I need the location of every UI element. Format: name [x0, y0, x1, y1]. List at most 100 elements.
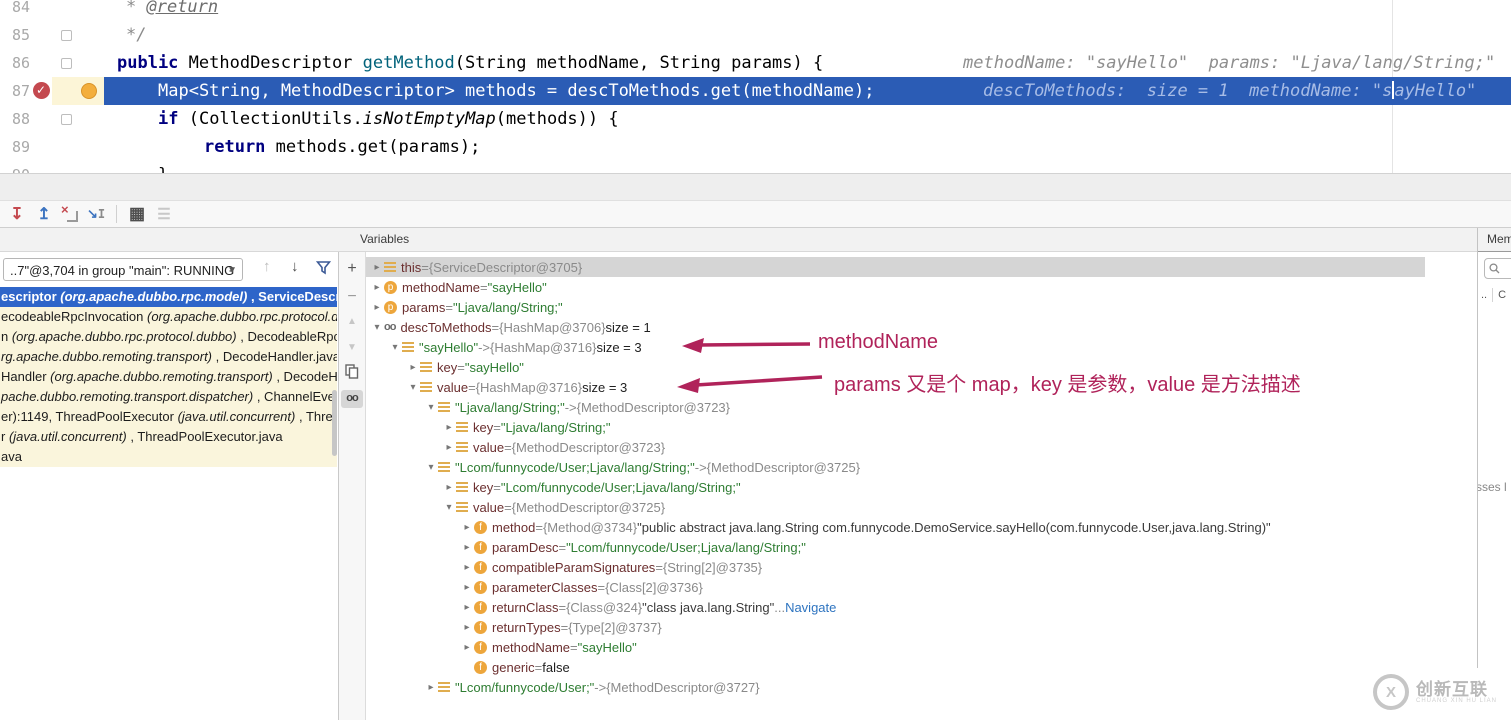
variable-row[interactable]: ▸this = {ServiceDescriptor@3705}: [366, 257, 1425, 277]
expand-chevron-icon[interactable]: ▸: [460, 642, 474, 653]
variable-row[interactable]: ▸"Lcom/funnycode/User;" -> {MethodDescri…: [366, 677, 1425, 697]
variable-row[interactable]: ▸fmethodName = "sayHello": [366, 637, 1425, 657]
expand-chevron-icon[interactable]: ▸: [424, 682, 438, 693]
variable-row[interactable]: ▾oodescToMethods = {HashMap@3706} size =…: [366, 317, 1425, 337]
expand-chevron-icon[interactable]: ▸: [460, 582, 474, 593]
variable-row[interactable]: ▾value = {MethodDescriptor@3725}: [366, 497, 1425, 517]
value-icon: [420, 382, 432, 392]
field-icon: f: [474, 621, 487, 634]
variable-row[interactable]: ▸key = "Ljava/lang/String;": [366, 417, 1425, 437]
expand-chevron-icon[interactable]: ▸: [460, 602, 474, 613]
variable-row[interactable]: ▸fmethod = {Method@3734} "public abstrac…: [366, 517, 1425, 537]
variable-row[interactable]: fgeneric = false: [366, 657, 1425, 677]
memory-panel-title: Memory: [1478, 228, 1511, 252]
expand-chevron-icon[interactable]: ▾: [424, 462, 438, 473]
show-watches-toggle-icon[interactable]: oo: [341, 390, 363, 408]
expand-chevron-icon[interactable]: ▾: [442, 502, 456, 513]
move-watch-down-icon[interactable]: ▼: [339, 342, 365, 353]
code-line[interactable]: 89return methods.get(params);: [0, 133, 1511, 161]
add-watch-icon[interactable]: +: [339, 260, 365, 278]
frames-scrollbar[interactable]: [332, 390, 337, 456]
variable-row[interactable]: ▸freturnTypes = {Type[2]@3737}: [366, 617, 1425, 637]
drop-frame-frame: [67, 211, 78, 222]
variable-row[interactable]: ▾"Ljava/lang/String;" -> {MethodDescript…: [366, 397, 1425, 417]
frame-row[interactable]: pache.dubbo.remoting.transport.dispatche…: [0, 387, 337, 407]
memory-search-input[interactable]: [1484, 258, 1511, 279]
variable-row[interactable]: ▾"Lcom/funnycode/User;Ljava/lang/String;…: [366, 457, 1425, 477]
variable-row[interactable]: ▸pparams = "Ljava/lang/String;": [366, 297, 1425, 317]
frame-row[interactable]: ecodeableRpcInvocation (org.apache.dubbo…: [0, 307, 337, 327]
breakpoint-icon[interactable]: [33, 82, 50, 99]
code-line[interactable]: 88if (CollectionUtils.isNotEmptyMap(meth…: [0, 105, 1511, 133]
evaluate-expression-icon[interactable]: ▦: [128, 205, 146, 223]
settings-icon[interactable]: ☰: [155, 205, 173, 223]
expand-chevron-icon[interactable]: ▸: [442, 442, 456, 453]
memory-message-fragment: sses l: [1477, 480, 1507, 494]
frame-row[interactable]: ava: [0, 447, 337, 467]
editor-debugger-splitter[interactable]: [0, 173, 1511, 200]
expand-chevron-icon[interactable]: ▾: [424, 402, 438, 413]
watermark-logo-icon: X: [1373, 674, 1409, 710]
code-text: public MethodDescriptor getMethod(String…: [117, 49, 823, 77]
code-editor[interactable]: 84* @return85*/86public MethodDescriptor…: [0, 0, 1511, 173]
expand-chevron-icon[interactable]: ▸: [460, 622, 474, 633]
code-line[interactable]: 87Map<String, MethodDescriptor> methods …: [0, 77, 1511, 105]
navigate-link[interactable]: Navigate: [785, 600, 836, 615]
next-frame-icon[interactable]: ↓: [291, 258, 299, 275]
remove-watch-icon[interactable]: −: [339, 288, 365, 306]
expand-chevron-icon[interactable]: ▸: [370, 282, 384, 293]
intention-bulb-icon[interactable]: [81, 83, 97, 99]
inline-debug-hint: descToMethods: size = 1 methodName: "say…: [983, 77, 1476, 105]
value-icon: [456, 502, 468, 512]
variable-row[interactable]: ▸value = {MethodDescriptor@3723}: [366, 437, 1425, 457]
expand-chevron-icon[interactable]: ▾: [406, 382, 420, 393]
frame-row[interactable]: rg.apache.dubbo.remoting.transport) , De…: [0, 347, 337, 367]
fold-marker-icon[interactable]: [61, 114, 72, 125]
expand-chevron-icon[interactable]: ▸: [406, 362, 420, 373]
expand-chevron-icon[interactable]: ▾: [388, 342, 402, 353]
expand-chevron-icon[interactable]: ▸: [442, 482, 456, 493]
variable-row[interactable]: ▸fparameterClasses = {Class[2]@3736}: [366, 577, 1425, 597]
run-to-cursor-icon[interactable]: ↘I: [87, 205, 105, 223]
memory-column-class: C: [1498, 289, 1506, 301]
step-out-icon[interactable]: ↥: [35, 205, 53, 223]
value-icon: [438, 462, 450, 472]
value-icon: [456, 442, 468, 452]
variable-row[interactable]: ▾"sayHello" -> {HashMap@3716} size = 3: [366, 337, 1425, 357]
watches-toolbar: + − ▲ ▼ oo: [339, 252, 366, 720]
code-line[interactable]: 90}: [0, 161, 1511, 173]
variable-row[interactable]: ▸pmethodName = "sayHello": [366, 277, 1425, 297]
frame-row[interactable]: n (org.apache.dubbo.rpc.protocol.dubbo) …: [0, 327, 337, 347]
filter-funnel-icon[interactable]: [316, 260, 331, 275]
variable-row[interactable]: ▸key = "Lcom/funnycode/User;Ljava/lang/S…: [366, 477, 1425, 497]
force-step-into-icon[interactable]: ↧: [8, 205, 26, 223]
previous-frame-icon[interactable]: ↑: [263, 258, 271, 275]
variable-row[interactable]: ▸freturnClass = {Class@324} "class java.…: [366, 597, 1425, 617]
frame-row[interactable]: er):1149, ThreadPoolExecutor (java.util.…: [0, 407, 337, 427]
variable-row[interactable]: ▸fcompatibleParamSignatures = {String[2]…: [366, 557, 1425, 577]
expand-chevron-icon[interactable]: ▸: [370, 302, 384, 313]
variable-row[interactable]: ▸key = "sayHello": [366, 357, 1425, 377]
expand-chevron-icon[interactable]: ▾: [370, 322, 384, 333]
variable-row[interactable]: ▾value = {HashMap@3716} size = 3: [366, 377, 1425, 397]
expand-chevron-icon[interactable]: ▸: [460, 522, 474, 533]
expand-chevron-icon[interactable]: ▸: [460, 562, 474, 573]
line-number: 85: [0, 21, 30, 49]
fold-marker-icon[interactable]: [61, 30, 72, 41]
move-watch-up-icon[interactable]: ▲: [339, 316, 365, 327]
expand-chevron-icon[interactable]: ▸: [460, 542, 474, 553]
frame-row[interactable]: escriptor (org.apache.dubbo.rpc.model) ,…: [0, 287, 337, 307]
copy-icon[interactable]: [345, 364, 359, 379]
expand-chevron-icon[interactable]: ▸: [370, 262, 384, 273]
code-line[interactable]: 84* @return: [0, 0, 1511, 21]
thread-selector-dropdown[interactable]: ..7"@3,704 in group "main": RUNNING ▼: [3, 258, 243, 281]
frame-row[interactable]: Handler (org.apache.dubbo.remoting.trans…: [0, 367, 337, 387]
fold-marker-icon[interactable]: [61, 58, 72, 69]
memory-column-headers[interactable]: .. C: [1478, 286, 1511, 304]
code-line[interactable]: 85*/: [0, 21, 1511, 49]
expand-chevron-icon[interactable]: ▸: [442, 422, 456, 433]
frame-row[interactable]: r (java.util.concurrent) , ThreadPoolExe…: [0, 427, 337, 447]
drop-frame-icon[interactable]: ×: [62, 206, 78, 222]
variable-row[interactable]: ▸fparamDesc = "Lcom/funnycode/User;Ljava…: [366, 537, 1425, 557]
code-line[interactable]: 86public MethodDescriptor getMethod(Stri…: [0, 49, 1511, 77]
